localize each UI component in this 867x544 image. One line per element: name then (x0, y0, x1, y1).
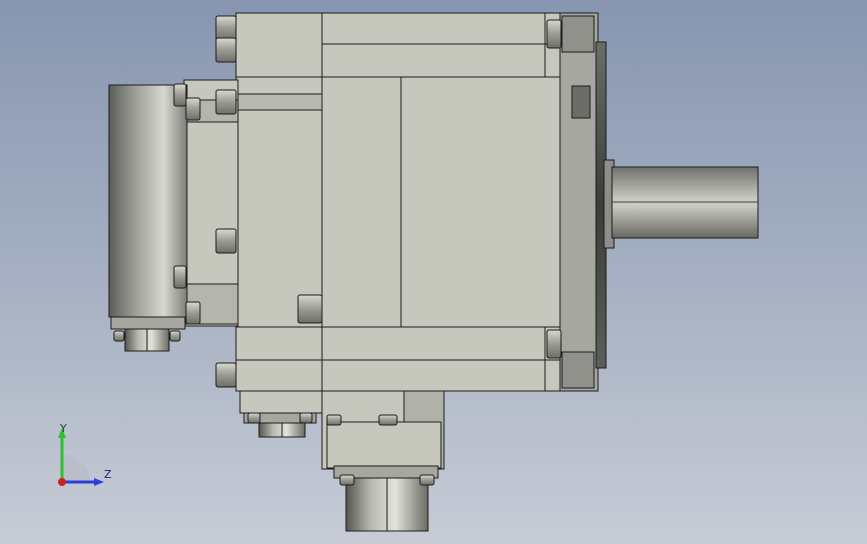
brake-connector-block (239, 390, 323, 414)
bolt-head (215, 89, 237, 115)
bolt-head (173, 265, 187, 289)
bolt-head (113, 330, 125, 342)
bolt-head (297, 294, 323, 324)
bottom-housing (235, 326, 561, 392)
z-axis-label: Z (104, 468, 112, 481)
connector-box-lid (326, 421, 442, 469)
top-housing (235, 12, 561, 78)
bolt-head (169, 330, 181, 342)
y-axis-label: Y (59, 422, 67, 435)
bolt-head (247, 412, 261, 424)
mounting-flange (557, 12, 599, 392)
bolt-head (546, 19, 562, 49)
x-axis-origin (58, 478, 66, 486)
bolt-head (215, 228, 237, 254)
coordinate-triad: Y Z (58, 422, 112, 486)
flange-bolt-recess (571, 85, 591, 119)
bolt-head (378, 414, 398, 426)
bolt-head (215, 15, 237, 41)
bolt-head (419, 474, 435, 486)
bolt-head (326, 414, 342, 426)
triad-plane (62, 454, 90, 482)
bolt-head (173, 83, 187, 107)
main-housing (235, 76, 561, 328)
bolt-head (215, 37, 237, 63)
bolt-head (339, 474, 355, 486)
cad-viewport[interactable]: Y Z (0, 0, 867, 544)
z-axis-arrow (94, 478, 104, 486)
bolt-head (546, 329, 562, 359)
bolt-head (215, 362, 237, 388)
bolt-head (185, 301, 201, 325)
housing-rib (235, 93, 323, 111)
bolt-head (185, 97, 201, 121)
servo-motor-model[interactable] (0, 0, 867, 544)
bolt-head (299, 412, 313, 424)
flange-corner-bottom (561, 351, 595, 389)
flange-corner-top (561, 15, 595, 53)
motor-body (108, 12, 759, 479)
encoder-base (110, 316, 186, 330)
